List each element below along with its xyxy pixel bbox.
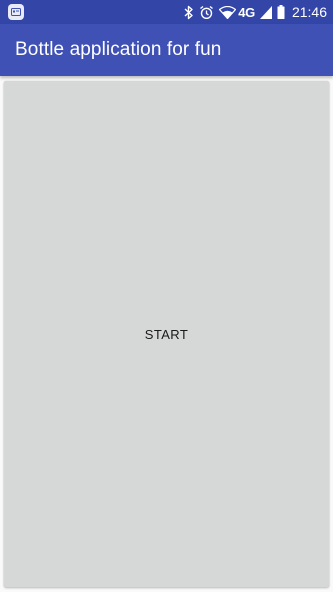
wifi-icon: [219, 5, 237, 19]
app-toolbar: Bottle application for fun: [0, 24, 333, 76]
app-notification-icon: [8, 4, 24, 20]
bluetooth-icon: [184, 5, 194, 20]
battery-icon: [277, 5, 285, 19]
cell-signal-icon: [259, 5, 272, 19]
app-screen: 4G 21:46 Bottle application for fun STAR…: [0, 0, 333, 592]
status-left: [8, 0, 24, 24]
start-button[interactable]: START: [4, 81, 329, 587]
network-type-label: 4G: [238, 4, 255, 20]
status-bar: 4G 21:46: [0, 0, 333, 24]
start-button-label: START: [144, 326, 189, 342]
alarm-icon: [199, 5, 214, 20]
app-title: Bottle application for fun: [15, 39, 222, 60]
status-clock: 21:46: [291, 4, 327, 20]
status-right: 4G 21:46: [184, 0, 327, 24]
